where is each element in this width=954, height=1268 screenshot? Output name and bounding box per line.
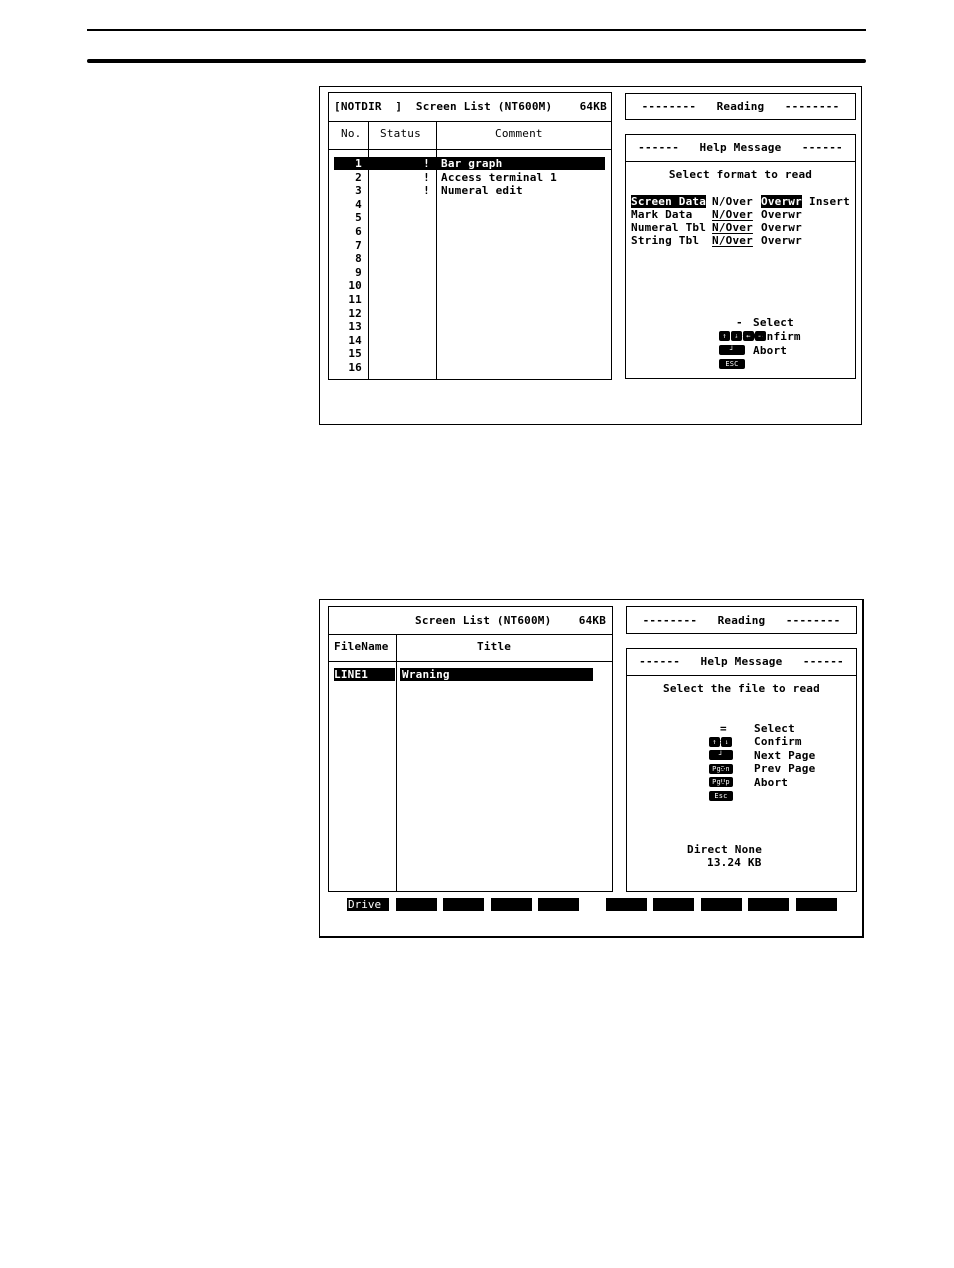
help-message-panel: ------ Help Message ------ Select the fi… (626, 648, 857, 892)
row-number: 5 (355, 211, 362, 225)
row-comment: Numeral edit (441, 184, 523, 198)
row-number: 9 (355, 265, 362, 279)
mode-banner-text: -------- Reading -------- (642, 614, 841, 627)
row-number: 16 (348, 361, 362, 374)
help-message-title: ------ Help Message ------ (639, 655, 844, 668)
esc-key-icon: ESC (718, 359, 745, 369)
key-action-confirm: Confirm (753, 330, 801, 343)
column-header-title: Title (477, 640, 512, 653)
key-sep: = (720, 735, 727, 748)
help-message-title: ------ Help Message ------ (638, 141, 843, 154)
key-action-prev-page: Prev Page (754, 762, 816, 775)
key-action-next-page: Next Page (754, 749, 816, 762)
fkey-drive[interactable]: Drive (347, 898, 389, 911)
esc-key-icon: Esc (708, 791, 733, 801)
option-nover[interactable]: N/Over (712, 221, 753, 234)
function-key-bar: Drive (347, 898, 847, 912)
mode-banner: -------- Reading -------- (625, 93, 856, 120)
row-number: 3 (355, 184, 362, 198)
screen-capture-read-format: [NOTDIR ] Screen List (NT600M) 64KB No. … (319, 86, 862, 425)
key-sep: - (736, 344, 743, 357)
format-label-string-tbl[interactable]: String Tbl (631, 234, 699, 247)
option-overwr[interactable]: Overwr (761, 221, 802, 234)
option-nover[interactable]: N/Over (712, 234, 753, 247)
fkey-9[interactable] (748, 898, 789, 911)
screen-capture-read-file: Screen List (NT600M) 64KB FileName Title… (319, 599, 864, 938)
row-comment: Bar graph (441, 157, 503, 170)
fkey-3[interactable] (443, 898, 484, 911)
file-row-filename[interactable]: LINE1 (334, 668, 395, 681)
row-number: 7 (355, 238, 362, 252)
row-number: 15 (348, 347, 362, 361)
screen-list-panel: [NOTDIR ] Screen List (NT600M) 64KB No. … (328, 92, 612, 380)
row-number: 6 (355, 225, 362, 238)
row-number: 8 (355, 252, 362, 266)
option-insert[interactable]: Insert (809, 195, 850, 208)
row-status: ! (423, 184, 430, 198)
file-list-panel: Screen List (NT600M) 64KB FileName Title… (328, 606, 613, 892)
row-number: 11 (348, 293, 362, 306)
row-comment: Access terminal 1 (441, 170, 557, 184)
key-sep: - (736, 316, 743, 329)
row-number: 4 (355, 197, 362, 211)
help-prompt: Select the file to read (663, 682, 820, 695)
fkey-6[interactable] (606, 898, 647, 911)
row-status: ! (423, 157, 430, 170)
page-rule-heavy (87, 59, 866, 63)
help-message-panel: ------ Help Message ------ Select format… (625, 134, 856, 379)
column-header-comment: Comment (495, 127, 543, 140)
key-action-select: Select (754, 722, 795, 735)
page-rule-top (87, 29, 866, 31)
key-action-abort: Abort (753, 344, 788, 357)
key-action-abort: Abort (754, 776, 789, 789)
option-overwr[interactable]: Overwr (761, 208, 802, 221)
mode-banner: -------- Reading -------- (626, 606, 857, 634)
fkey-5[interactable] (538, 898, 579, 911)
mode-banner-text: -------- Reading -------- (641, 100, 840, 113)
file-list-header: Screen List (NT600M) 64KB (415, 614, 607, 627)
fkey-4[interactable] (491, 898, 532, 911)
row-number: 2 (355, 170, 362, 184)
fkey-7[interactable] (653, 898, 694, 911)
format-label-mark-data[interactable]: Mark Data (631, 208, 692, 221)
option-overwr[interactable]: Overwr (761, 234, 802, 247)
row-number: 12 (348, 306, 362, 320)
fkey-2[interactable] (396, 898, 437, 911)
key-action-select: Select (753, 316, 794, 329)
column-header-no: No. (341, 127, 362, 140)
format-label-screen-data[interactable]: Screen Data (631, 195, 707, 208)
row-status: ! (423, 170, 430, 184)
key-action-confirm: Confirm (754, 735, 802, 748)
file-row-title[interactable]: Wraning (400, 668, 593, 681)
column-header-filename: FileName (334, 640, 389, 653)
key-sep: = (720, 762, 727, 775)
row-number: 14 (348, 333, 362, 347)
fkey-8[interactable] (701, 898, 742, 911)
option-nover[interactable]: N/Over (712, 195, 753, 208)
format-label-numeral-tbl[interactable]: Numeral Tbl (631, 221, 706, 234)
row-number: 1 (355, 157, 362, 170)
key-sep: - (720, 749, 727, 762)
fkey-10[interactable] (796, 898, 837, 911)
key-sep: - (720, 776, 727, 789)
column-header-status: Status (380, 127, 421, 140)
screen-list-header: [NOTDIR ] Screen List (NT600M) 64KB (334, 100, 607, 113)
key-sep: = (720, 722, 727, 735)
option-overwr[interactable]: Overwr (761, 195, 802, 208)
row-number: 13 (348, 320, 362, 334)
file-size: 13.24 KB (707, 856, 762, 869)
help-prompt: Select format to read (668, 168, 813, 181)
key-sep: = (736, 330, 743, 343)
directory-label: Direct None (687, 843, 763, 856)
option-nover[interactable]: N/Over (712, 208, 753, 221)
row-number: 10 (348, 279, 362, 293)
